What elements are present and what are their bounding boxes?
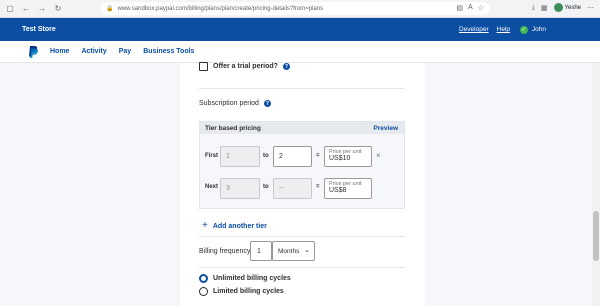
price-value: US$10 <box>329 155 351 163</box>
trial-label: Offer a trial period? <box>213 63 278 70</box>
billing-unit-select[interactable]: Months ⌄ <box>272 241 315 261</box>
trial-option: Offer a trial period? ? <box>199 62 290 71</box>
help-icon[interactable]: ? <box>263 100 271 107</box>
developer-link[interactable]: Developer <box>459 26 489 33</box>
user-menu[interactable]: ✓ John <box>519 25 546 34</box>
divider <box>199 236 405 237</box>
chevron-down-icon: ⌄ <box>304 247 310 254</box>
tier-to-field: -- <box>273 178 312 199</box>
tier-price-field[interactable]: Price per unit US$10 <box>324 146 372 167</box>
tier-to-field[interactable]: 2 <box>273 146 312 167</box>
radio-limited[interactable] <box>199 287 208 296</box>
billing-cycle-option[interactable]: Limited billing cycles <box>199 287 284 296</box>
billing-cycle-option[interactable]: Unlimited billing cycles <box>199 274 291 283</box>
tier-title: Tier based pricing <box>205 125 261 132</box>
tier-row-label: Next <box>205 184 219 190</box>
price-value: US$8 <box>329 187 347 195</box>
add-tier-label: Add another tier <box>212 222 267 230</box>
star-icon[interactable]: ☆ <box>478 4 484 12</box>
nav-pay[interactable]: Pay <box>119 48 131 55</box>
subscription-period-heading: Subscription period ? <box>199 100 271 107</box>
user-icon: ✓ <box>519 25 528 34</box>
tier-row-label: First <box>205 153 219 159</box>
help-link[interactable]: Help <box>497 26 510 33</box>
browser-toolbar: ▢ ← → ↻ 🔒 www.sandbox.paypal.com/billing… <box>0 0 600 18</box>
preview-link[interactable]: Preview <box>373 125 398 132</box>
menu-icon[interactable]: ⋯ <box>587 4 594 12</box>
cycle-label: Limited billing cycles <box>213 288 284 295</box>
paypal-logo-icon[interactable] <box>28 46 38 58</box>
main-nav: Home Activity Pay Business Tools <box>0 41 600 63</box>
translate-icon[interactable]: A <box>468 4 473 12</box>
tier-pricing-panel: Tier based pricing Preview First 1 to 2 … <box>199 121 405 209</box>
scroll-thumb[interactable] <box>593 211 599 261</box>
back-icon[interactable]: ← <box>20 3 32 15</box>
reload-icon[interactable]: ↻ <box>52 3 64 15</box>
billing-label: Billing frequency <box>199 247 251 255</box>
profile-button[interactable]: Yeshe <box>553 3 581 12</box>
add-tier-button[interactable]: + Add another tier <box>202 221 267 231</box>
avatar <box>553 3 563 12</box>
billing-frequency-input[interactable]: 1 <box>250 241 272 261</box>
remove-tier-icon[interactable]: × <box>376 151 381 160</box>
nav-home[interactable]: Home <box>50 48 69 55</box>
to-separator: to <box>263 184 269 190</box>
lock-icon: 🔒 <box>106 6 114 12</box>
nav-activity[interactable]: Activity <box>81 48 106 55</box>
billing-frequency-row: Billing frequency <box>199 240 250 262</box>
tier-from-field: 1 <box>220 146 260 167</box>
forward-icon[interactable]: → <box>36 3 48 15</box>
tab-icon[interactable]: ▢ <box>4 3 16 15</box>
scrollbar[interactable] <box>592 63 600 306</box>
address-bar[interactable]: 🔒 www.sandbox.paypal.com/billing/plans/p… <box>100 2 490 15</box>
radio-unlimited[interactable] <box>199 274 208 283</box>
extensions-icon[interactable]: ▦ <box>541 4 548 12</box>
help-icon[interactable]: ? <box>282 63 290 70</box>
reader-icon[interactable]: ▤ <box>456 4 463 12</box>
divider <box>199 88 405 89</box>
trial-checkbox[interactable] <box>199 62 208 71</box>
user-name: John <box>531 26 546 33</box>
subscription-label: Subscription period <box>199 100 259 107</box>
download-icon[interactable]: ⤓ <box>532 4 535 12</box>
divider <box>199 267 405 268</box>
nav-business-tools[interactable]: Business Tools <box>143 48 194 55</box>
equals-sign: = <box>316 153 320 159</box>
tier-from-field: 3 <box>220 178 260 199</box>
sandbox-header: Test Store Developer Help ✓ John <box>0 18 600 41</box>
url-text: www.sandbox.paypal.com/billing/plans/pla… <box>117 5 324 12</box>
cycle-label: Unlimited billing cycles <box>213 275 291 282</box>
billing-unit-value: Months <box>278 247 300 255</box>
store-name: Test Store <box>22 26 56 33</box>
to-separator: to <box>263 153 269 159</box>
tier-price-field[interactable]: Price per unit US$8 <box>324 178 372 199</box>
equals-sign: = <box>316 184 320 190</box>
plus-icon: + <box>202 220 208 231</box>
tier-header: Tier based pricing Preview <box>200 122 404 134</box>
